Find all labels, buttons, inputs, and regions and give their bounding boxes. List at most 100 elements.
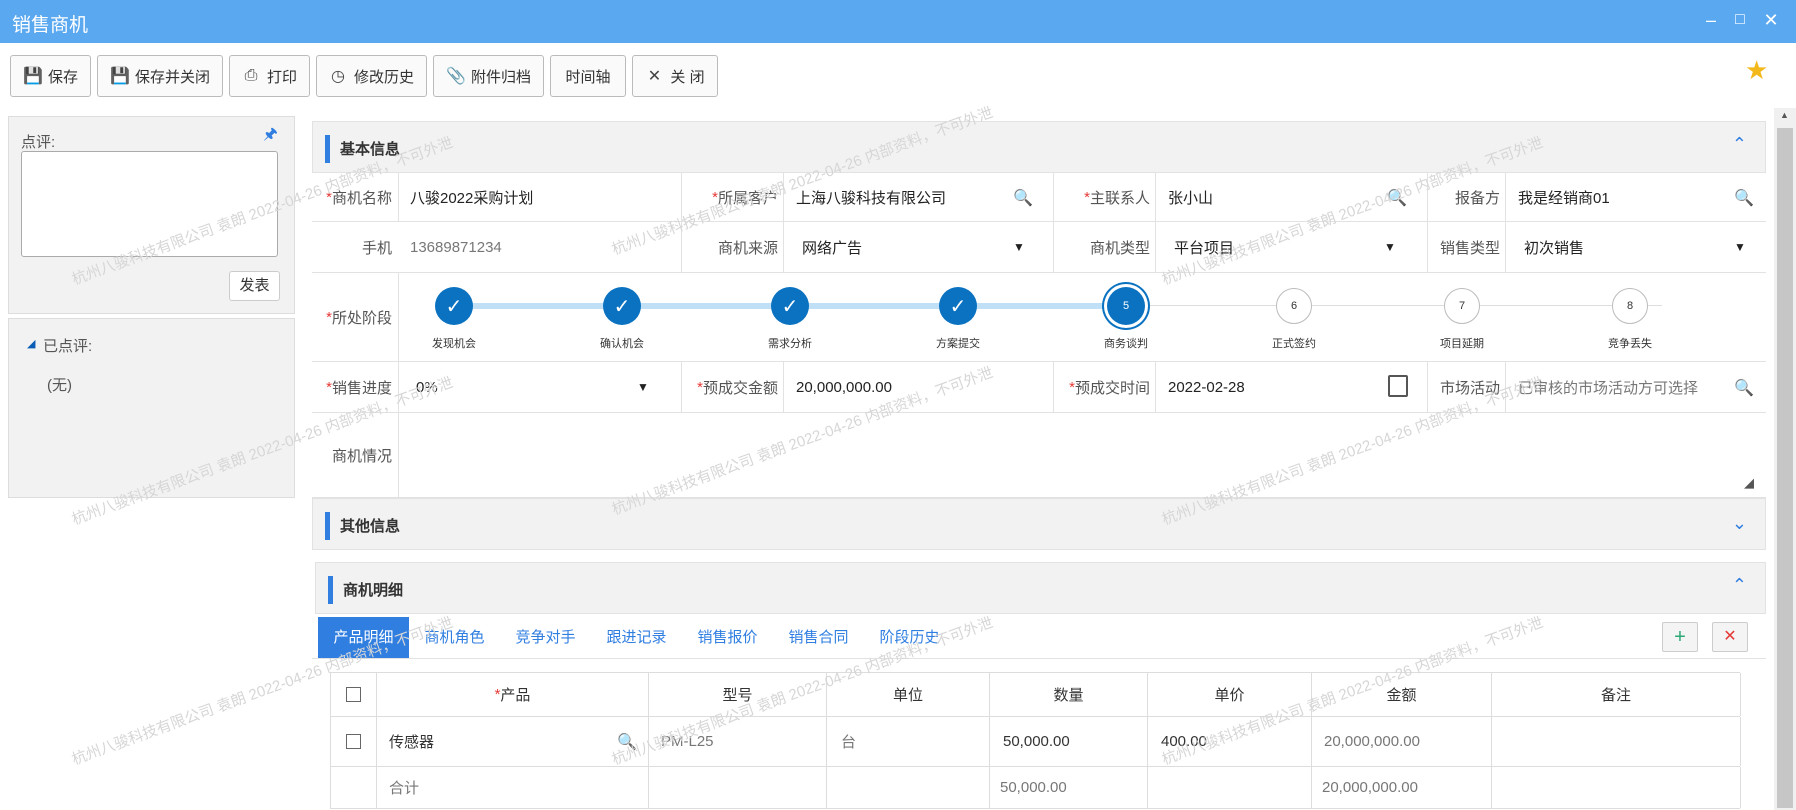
stage-step-2[interactable]: ✓	[603, 287, 641, 325]
vertical-scrollbar[interactable]: ▲	[1774, 108, 1796, 810]
row-note[interactable]	[1492, 717, 1741, 766]
col-product: * 产品	[377, 673, 649, 716]
col-model: 型号	[649, 673, 827, 716]
comment-label: 点评:	[21, 134, 56, 151]
chevron-down-icon[interactable]: ⌄	[1732, 513, 1747, 534]
dropdown-arrow-icon[interactable]: ▼	[1734, 240, 1746, 254]
main-form: 基本信息 ⌃ * 商机名称 八骏2022采购计划 * 所属客户 上海八骏科技有限公司…	[312, 121, 1766, 810]
stage-row: * 所处阶段 ✓ 发现机会 ✓ 确认机会 ✓ 需求分析 ✓ 方案提交 5 商务谈判…	[312, 273, 1766, 362]
total-row: 合计 50,000.00 20,000,000.00	[330, 767, 1741, 809]
situation-row: 商机情况 ◢	[312, 413, 1766, 498]
filer-input[interactable]: 我是经销商01	[1506, 173, 1766, 221]
toolbar: 💾 保存 💾 保存并关闭 ⎙ 打印 ◷ 修改历史 📎 附件归档 时间轴 ✕ 关 闭	[0, 43, 1796, 108]
section-title: 商机明细	[343, 582, 404, 599]
tab-contracts[interactable]: 销售合同	[773, 617, 864, 658]
attachment-button[interactable]: 📎 附件归档	[433, 55, 544, 97]
stage-step-6[interactable]: 6	[1276, 288, 1312, 324]
chevron-up-icon[interactable]: ⌃	[1732, 134, 1747, 155]
stage-label-8: 竞争丢失	[1608, 338, 1652, 350]
name-label: * 商机名称	[312, 173, 398, 221]
search-icon[interactable]: 🔍	[1734, 188, 1754, 208]
row-product[interactable]: 传感器	[377, 717, 649, 766]
timeline-button[interactable]: 时间轴	[550, 55, 626, 97]
search-icon[interactable]: 🔍	[617, 732, 637, 752]
scrollbar-thumb[interactable]	[1777, 128, 1793, 808]
row-amount: 20,000,000.00	[1312, 717, 1492, 766]
delete-row-button[interactable]: ✕	[1712, 622, 1748, 652]
col-unit: 单位	[827, 673, 990, 716]
window-titlebar: 销售商机 – □ ✕	[0, 0, 1796, 43]
paperclip-icon: 📎	[445, 68, 466, 85]
situation-label: 商机情况	[312, 413, 398, 497]
minimize-icon[interactable]: –	[1700, 8, 1722, 32]
section-title: 其他信息	[340, 518, 401, 535]
favorite-star-icon[interactable]: ★	[1745, 55, 1768, 86]
grid-header: * 产品 型号 单位 数量 单价 金额 备注	[330, 672, 1741, 717]
print-button[interactable]: ⎙ 打印	[229, 55, 310, 97]
stage-step-8[interactable]: 8	[1612, 288, 1648, 324]
other-info-header[interactable]: 其他信息 ⌄	[312, 498, 1766, 550]
section-title: 基本信息	[340, 141, 401, 158]
add-row-button[interactable]: +	[1662, 622, 1698, 652]
detail-tabs: 产品明细 商机角色 竞争对手 跟进记录 销售报价 销售合同 阶段历史 + ✕	[312, 617, 1766, 659]
row-model: PM-L25	[649, 717, 827, 766]
col-qty: 数量	[990, 673, 1148, 716]
tab-competitors[interactable]: 竞争对手	[500, 617, 591, 658]
table-row: 传感器 🔍 PM-L25 台 50,000.00 400.00 20,000,0…	[330, 717, 1741, 767]
save-and-close-button[interactable]: 💾 保存并关闭	[97, 55, 223, 97]
save-button[interactable]: 💾 保存	[10, 55, 91, 97]
stage-label-5: 商务谈判	[1104, 338, 1148, 350]
total-label: 合计	[377, 767, 649, 808]
total-qty: 50,000.00	[990, 767, 1148, 808]
stage-label-2: 确认机会	[600, 338, 644, 350]
collapse-triangle-icon[interactable]: ◢	[27, 337, 35, 350]
close-icon: ✕	[647, 68, 662, 85]
row-qty[interactable]: 50,000.00	[990, 717, 1148, 766]
chevron-up-icon[interactable]: ⌃	[1732, 575, 1747, 596]
row-unit: 台	[827, 717, 990, 766]
stage-step-4[interactable]: ✓	[939, 287, 977, 325]
sales-type-select[interactable]: 初次销售	[1506, 222, 1766, 272]
row-price[interactable]: 400.00	[1148, 717, 1312, 766]
total-amount: 20,000,000.00	[1312, 767, 1492, 808]
tab-quotes[interactable]: 销售报价	[682, 617, 773, 658]
tab-stage-history[interactable]: 阶段历史	[864, 617, 955, 658]
clock-icon: ◷	[331, 68, 345, 85]
basic-info-header[interactable]: 基本信息 ⌃	[312, 121, 1766, 173]
market-input[interactable]: 已审核的市场活动方可选择	[1506, 362, 1766, 412]
close-window-icon[interactable]: ✕	[1760, 8, 1782, 32]
reviewed-label: 已点评:	[43, 338, 93, 355]
pin-icon[interactable]: 🖈	[263, 123, 278, 150]
stage-step-7[interactable]: 7	[1444, 288, 1480, 324]
row-checkbox[interactable]	[346, 734, 361, 749]
col-amount: 金额	[1312, 673, 1492, 716]
resize-handle-icon[interactable]: ◢	[1744, 475, 1754, 491]
stage-label: * 所处阶段	[312, 273, 398, 361]
reviewed-empty: (无)	[47, 377, 72, 394]
col-note: 备注	[1492, 673, 1741, 716]
tab-followups[interactable]: 跟进记录	[591, 617, 682, 658]
col-price: 单价	[1148, 673, 1312, 716]
scroll-up-icon[interactable]: ▲	[1780, 110, 1789, 120]
history-button[interactable]: ◷ 修改历史	[316, 55, 427, 97]
publish-button[interactable]: 发表	[229, 271, 280, 301]
close-button[interactable]: ✕ 关 闭	[632, 55, 718, 97]
detail-header[interactable]: 商机明细 ⌃	[315, 562, 1766, 614]
situation-textarea[interactable]	[398, 413, 1766, 497]
stage-label-4: 方案提交	[936, 338, 980, 350]
tab-roles[interactable]: 商机角色	[409, 617, 500, 658]
stage-step-5[interactable]: 5	[1107, 287, 1145, 325]
floppy-icon: 💾	[109, 68, 130, 85]
phone-label: 手机	[312, 222, 398, 272]
stage-step-1[interactable]: ✓	[435, 287, 473, 325]
search-icon[interactable]: 🔍	[1734, 378, 1754, 398]
stage-label-7: 项目延期	[1440, 338, 1484, 350]
maximize-icon[interactable]: □	[1729, 8, 1751, 32]
stage-step-3[interactable]: ✓	[771, 287, 809, 325]
stage-stepper: ✓ 发现机会 ✓ 确认机会 ✓ 需求分析 ✓ 方案提交 5 商务谈判 6 正式签…	[402, 273, 1752, 361]
stage-label-6: 正式签约	[1272, 338, 1316, 350]
stage-label-3: 需求分析	[768, 338, 812, 350]
select-all-checkbox[interactable]	[346, 687, 361, 702]
comment-textarea[interactable]	[21, 151, 278, 257]
tab-product-detail[interactable]: 产品明细	[318, 617, 409, 658]
